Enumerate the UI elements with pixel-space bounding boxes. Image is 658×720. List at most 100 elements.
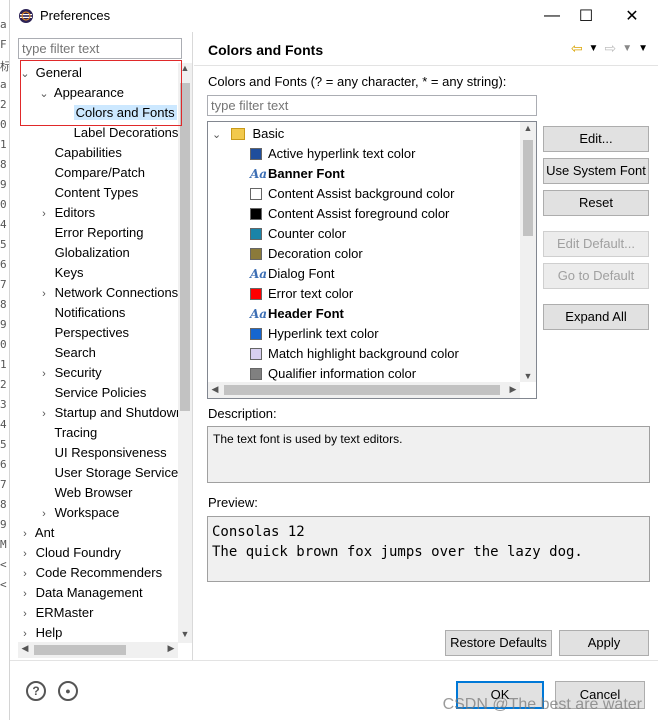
category-basic[interactable]: ⌄ Basic xyxy=(212,124,284,144)
tree-item[interactable]: › Editors xyxy=(37,203,95,223)
tree-filter-input[interactable] xyxy=(18,38,182,59)
font-entry[interactable]: AaHeader Font xyxy=(250,304,344,324)
color-entry[interactable]: Active hyperlink text color xyxy=(250,144,415,164)
tree-item[interactable]: › Data Management xyxy=(18,583,142,604)
scroll-right-icon[interactable]: ▶ xyxy=(164,643,178,657)
tree-item[interactable]: Content Types xyxy=(37,183,139,203)
scroll-thumb[interactable] xyxy=(224,385,500,395)
tree-vertical-scrollbar[interactable]: ▲ ▼ xyxy=(178,63,192,643)
tree-item[interactable]: Error Reporting xyxy=(37,223,144,243)
tree-item[interactable]: UI Responsiveness xyxy=(37,443,167,463)
scroll-down-icon[interactable]: ▼ xyxy=(521,371,535,381)
expand-chevron-icon[interactable]: › xyxy=(18,624,32,644)
expand-chevron-icon[interactable]: › xyxy=(18,564,32,584)
import-export-icon[interactable]: ● xyxy=(58,681,78,701)
tree-item[interactable]: Globalization xyxy=(37,243,130,263)
expand-chevron-icon[interactable]: ⌄ xyxy=(212,129,221,141)
scroll-up-icon[interactable]: ▲ xyxy=(521,123,535,133)
tree-horizontal-scrollbar[interactable]: ◀ ▶ xyxy=(18,642,178,658)
scroll-thumb[interactable] xyxy=(180,83,190,411)
font-entry[interactable]: AaBanner Font xyxy=(250,164,345,184)
bg-line-number: 8 xyxy=(0,498,7,511)
restore-defaults-button[interactable]: Restore Defaults xyxy=(445,630,552,656)
scroll-thumb[interactable] xyxy=(523,140,533,236)
back-menu-icon[interactable]: ▼ xyxy=(589,40,599,58)
tree-item[interactable]: › Help xyxy=(18,623,62,643)
color-entry[interactable]: Content Assist background color xyxy=(250,184,454,204)
expand-chevron-icon[interactable]: › xyxy=(37,404,51,424)
color-entry[interactable]: Error text color xyxy=(250,284,353,304)
color-entry[interactable]: Decoration color xyxy=(250,244,363,264)
tree-item[interactable]: Capabilities xyxy=(37,143,122,163)
color-entry[interactable]: Content Assist foreground color xyxy=(250,204,449,224)
expand-chevron-icon[interactable]: › xyxy=(37,204,51,224)
scroll-left-icon[interactable]: ◀ xyxy=(208,384,222,395)
tree-item-label: Content Types xyxy=(54,185,139,200)
go-to-default-button[interactable]: Go to Default xyxy=(543,263,649,289)
scroll-down-icon[interactable]: ▼ xyxy=(178,629,192,643)
tree-item[interactable]: Perspectives xyxy=(37,323,129,343)
tree-item[interactable]: Compare/Patch xyxy=(37,163,145,183)
view-menu-icon[interactable]: ▼ xyxy=(638,40,648,58)
bg-line-number: 5 xyxy=(0,238,7,251)
color-entry[interactable]: Counter color xyxy=(250,224,346,244)
tree-item-label: Tracing xyxy=(54,425,98,440)
scroll-thumb[interactable] xyxy=(34,645,126,655)
help-icon[interactable]: ? xyxy=(26,681,46,701)
minimize-button[interactable]: — xyxy=(538,4,566,28)
edit-button[interactable]: Edit... xyxy=(543,126,649,152)
tree-item[interactable]: Notifications xyxy=(37,303,126,323)
tree-item-label: Security xyxy=(54,365,102,380)
expand-chevron-icon[interactable]: › xyxy=(37,504,51,524)
apply-button[interactable]: Apply xyxy=(559,630,649,656)
font-icon: Aa xyxy=(250,307,268,321)
bg-line-number: 4 xyxy=(0,218,7,231)
font-icon: Aa xyxy=(250,267,268,281)
color-entry[interactable]: Qualifier information color xyxy=(250,364,416,384)
tree-item[interactable]: Label Decorations xyxy=(56,123,178,143)
tree-item[interactable]: › Security xyxy=(37,363,102,384)
close-button[interactable]: ✕ xyxy=(618,4,646,28)
window-title: Preferences xyxy=(40,8,111,23)
color-swatch-icon xyxy=(250,328,262,340)
tree-item[interactable]: › Ant xyxy=(18,523,54,543)
color-entry[interactable]: Match highlight background color xyxy=(250,344,459,364)
tree-item[interactable]: Web Browser xyxy=(37,483,133,503)
tree-item[interactable]: › Workspace xyxy=(37,503,119,523)
expand-chevron-icon[interactable]: › xyxy=(37,364,51,384)
tree-item[interactable]: Search xyxy=(37,343,96,363)
colors-tree-vertical-scrollbar[interactable]: ▲ ▼ xyxy=(520,122,536,382)
tree-item[interactable]: › Startup and Shutdown xyxy=(37,403,178,423)
expand-chevron-icon[interactable]: › xyxy=(37,284,51,304)
expand-chevron-icon[interactable]: › xyxy=(18,604,32,624)
tree-item[interactable]: Keys xyxy=(37,263,84,283)
expand-chevron-icon[interactable]: › xyxy=(18,584,32,604)
tree-item[interactable]: Service Policies xyxy=(37,383,147,403)
back-arrow-icon[interactable]: ⇦ xyxy=(571,40,583,58)
forward-menu-icon[interactable]: ▼ xyxy=(622,40,632,58)
scroll-left-icon[interactable]: ◀ xyxy=(18,643,32,657)
reset-button[interactable]: Reset xyxy=(543,190,649,216)
expand-chevron-icon[interactable]: › xyxy=(18,524,32,544)
tree-item[interactable]: › Network Connections xyxy=(37,283,178,303)
preferences-tree: ⌄ General ⌄ Appearance Colors and Fonts L… xyxy=(18,63,178,658)
scroll-right-icon[interactable]: ▶ xyxy=(506,384,520,395)
tree-item[interactable]: › ERMaster xyxy=(18,603,93,623)
edit-default-button[interactable]: Edit Default... xyxy=(543,231,649,257)
font-entry[interactable]: AaDialog Font xyxy=(250,264,334,284)
expand-all-button[interactable]: Expand All xyxy=(543,304,649,330)
tree-item[interactable]: User Storage Service xyxy=(37,463,178,483)
maximize-button[interactable]: ☐ xyxy=(572,4,600,28)
tree-item[interactable]: › Code Recommenders xyxy=(18,563,162,583)
colors-filter-input[interactable] xyxy=(207,95,537,116)
forward-arrow-icon[interactable]: ⇨ xyxy=(604,40,616,58)
tree-item-label: Editors xyxy=(54,205,96,220)
expand-chevron-icon[interactable]: › xyxy=(18,544,32,564)
tree-item[interactable]: › Cloud Foundry xyxy=(18,543,121,563)
colors-tree-horizontal-scrollbar[interactable]: ◀ ▶ xyxy=(208,382,520,398)
tree-item-label: Service Policies xyxy=(54,385,147,400)
use-system-font-button[interactable]: Use System Font xyxy=(543,158,649,184)
color-entry[interactable]: Hyperlink text color xyxy=(250,324,379,344)
entry-label: Error text color xyxy=(268,286,354,301)
tree-item[interactable]: Tracing xyxy=(37,423,97,443)
